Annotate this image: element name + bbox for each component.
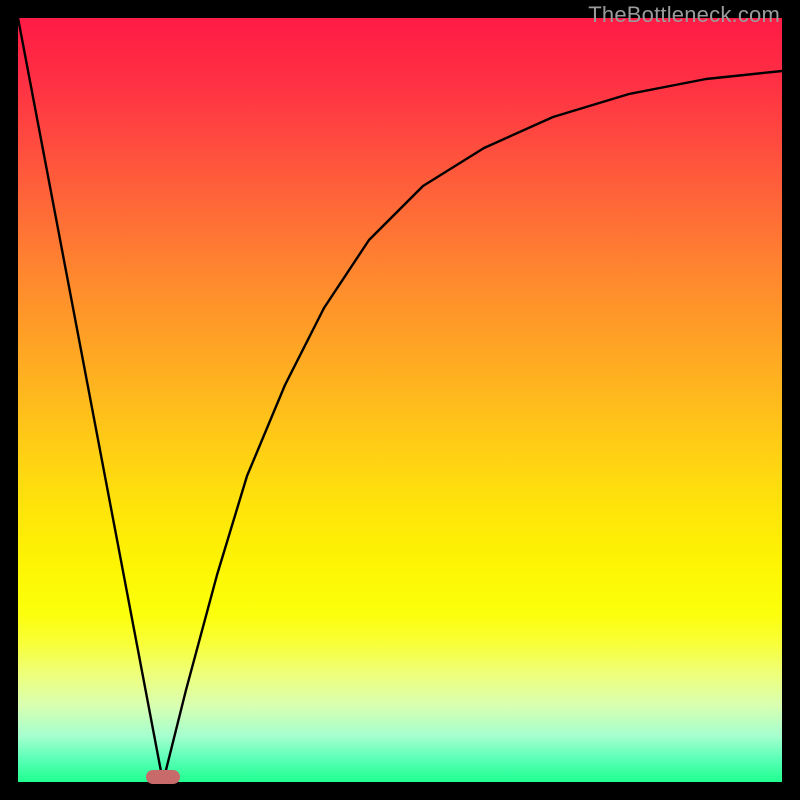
gradient-background <box>18 18 782 782</box>
watermark-text: TheBottleneck.com <box>588 2 780 28</box>
optimum-marker <box>146 770 180 784</box>
chart-frame: TheBottleneck.com <box>0 0 800 800</box>
